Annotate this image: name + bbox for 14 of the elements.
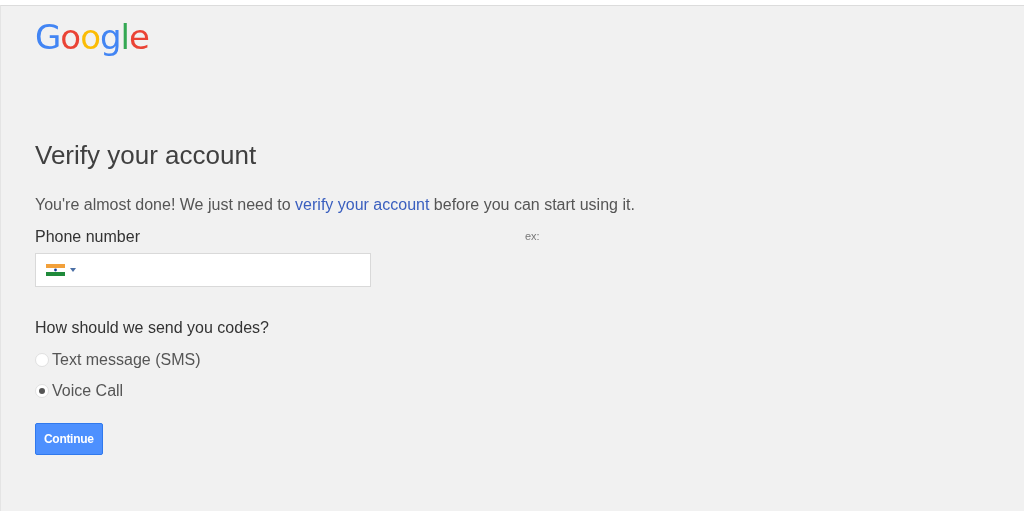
question-text: How should we send you codes? — [35, 318, 270, 339]
phone-field[interactable] — [35, 253, 371, 288]
radio-button[interactable] — [35, 352, 49, 367]
intro-text: You're almost done! We just need to verify your account before you can start using it. — [35, 195, 636, 216]
verify-link[interactable]: verify your account — [295, 196, 430, 214]
caret-icon[interactable] — [70, 268, 76, 273]
page-heading: Verify your account — [35, 140, 258, 172]
field-label: Phone number — [35, 227, 140, 248]
hint-text: ex: — [524, 229, 540, 245]
logo: Google — [35, 20, 150, 54]
flag-icon[interactable] — [46, 264, 65, 277]
option-label[interactable]: Voice Call — [52, 378, 124, 403]
option-label[interactable]: Text message (SMS) — [52, 347, 201, 372]
radio-button[interactable] — [35, 383, 49, 398]
